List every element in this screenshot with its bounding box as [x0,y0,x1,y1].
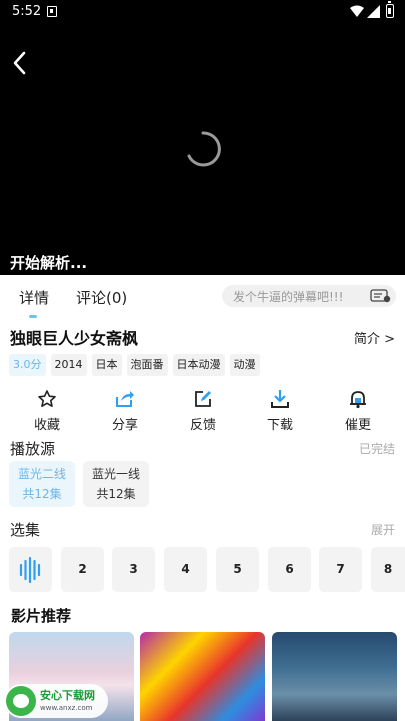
edit-icon [195,391,211,407]
tab-comments[interactable]: 评论(0) [76,287,127,308]
favorite-label: 收藏 [33,418,60,433]
video-title: 独眼巨人少女斋枫 [10,329,139,348]
watermark-url: www.anxz.com [40,704,93,712]
watermark-logo: 安心下载网 www.anxz.com [4,684,108,718]
source-title: 播放源 [10,440,56,458]
detail-tabs: 详情 评论(0) 发个牛逼的弹幕吧!!! [0,275,405,319]
score-tag: 3.0分 [9,354,46,376]
episode-playing[interactable] [9,547,52,592]
tag-list: 3.0分 2014 日本 泡面番 日本动漫 动漫 [9,354,260,376]
urge-update-button[interactable]: 催更 [328,386,388,433]
notification-icon [47,6,57,17]
danmu-settings-icon[interactable] [370,289,392,303]
share-icon [116,391,134,407]
episode-item[interactable]: 2 [61,547,104,592]
watermark-text: 安心下载网 [40,689,95,702]
intro-link[interactable]: 简介 > [354,328,395,347]
source-count: 共12集 [96,487,136,501]
category-tag: 日本动漫 [172,354,225,376]
recommend-title: 影片推荐 [11,607,72,625]
region-tag: 日本 [91,354,122,376]
episode-item[interactable]: 4 [164,547,207,592]
video-player[interactable]: 5:52 开始解析... [0,0,405,275]
tab-indicator [29,315,37,318]
download-icon [271,390,289,408]
watermark-icon [6,686,36,716]
year-tag: 2014 [50,354,87,376]
playing-wave-icon [19,556,41,584]
episode-item[interactable]: 7 [319,547,362,592]
urge-update-label: 催更 [344,418,371,433]
source-item[interactable]: 蓝光一线 共12集 [83,461,149,507]
feedback-label: 反馈 [189,418,216,433]
episodes-expand[interactable]: 展开 [371,521,395,538]
source-status: 已完结 [358,442,395,456]
episode-item[interactable]: 5 [216,547,259,592]
download-label: 下载 [266,418,293,433]
tab-details[interactable]: 详情 [19,287,49,308]
recommend-poster[interactable] [272,632,397,721]
episodes-title: 选集 [10,521,41,539]
genre-tag: 泡面番 [126,354,168,376]
favorite-button[interactable]: 收藏 [17,386,77,433]
feedback-button[interactable]: 反馈 [173,386,233,433]
danmu-placeholder: 发个牛逼的弹幕吧!!! [233,290,344,304]
download-button[interactable]: 下载 [250,386,310,433]
episode-item[interactable]: 8 [371,547,405,592]
loading-text: 开始解析... [10,254,88,272]
action-bar: 收藏 分享 反馈 下载 催更 [0,386,405,433]
bell-icon [350,391,366,409]
source-name: 蓝光二线 [17,467,66,481]
source-count: 共12集 [22,487,62,501]
loading-spinner-icon [187,131,221,167]
share-label: 分享 [111,418,138,433]
status-bar: 5:52 [0,0,405,24]
share-button[interactable]: 分享 [95,386,155,433]
star-icon [38,390,56,407]
battery-icon [386,1,394,18]
signal-icon [367,5,380,18]
recommend-poster[interactable] [140,632,265,721]
wifi-icon [350,5,364,17]
episode-item[interactable]: 6 [268,547,311,592]
type-tag: 动漫 [229,354,260,376]
danmu-input[interactable]: 发个牛逼的弹幕吧!!! [222,285,396,307]
back-arrow-icon[interactable] [8,48,32,78]
source-name: 蓝光一线 [91,467,140,481]
episode-item[interactable]: 3 [112,547,155,592]
status-time: 5:52 [12,4,42,19]
source-item[interactable]: 蓝光二线 共12集 [9,461,75,507]
